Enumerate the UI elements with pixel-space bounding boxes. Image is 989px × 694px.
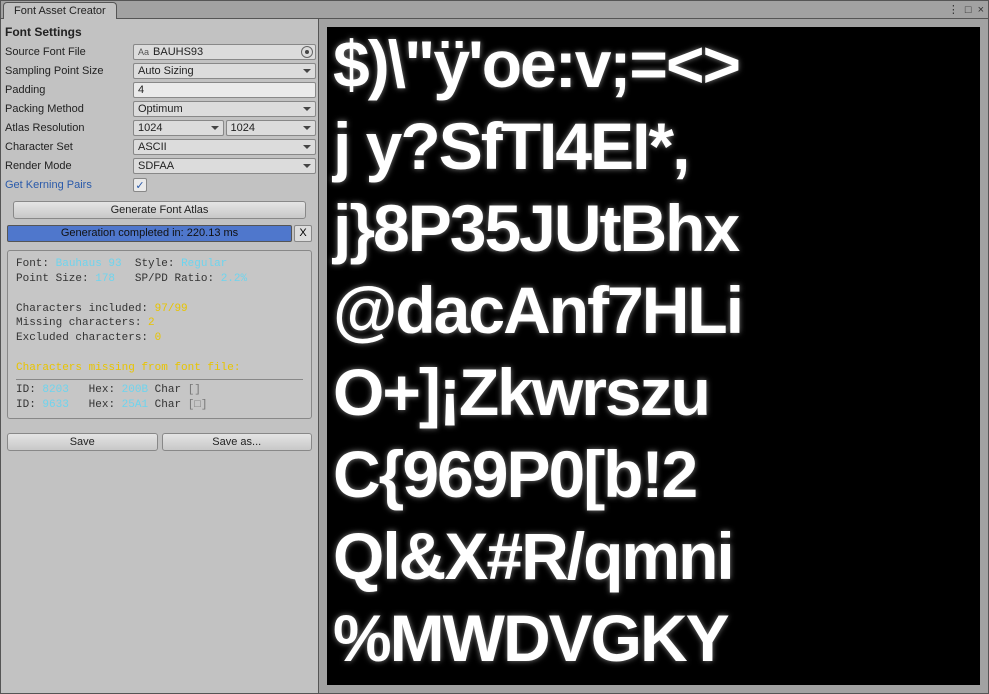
atlas-glyph-row: j}8P35JUtBhx — [333, 195, 974, 261]
generation-report: Font: Bauhaus 93 Style: Regular Point Si… — [7, 250, 312, 419]
tab-font-asset-creator[interactable]: Font Asset Creator — [3, 2, 117, 19]
atlas-res-label: Atlas Resolution — [3, 122, 133, 134]
render-mode-dropdown[interactable]: SDFAA — [133, 158, 316, 174]
generate-button[interactable]: Generate Font Atlas — [13, 201, 306, 219]
charset-dropdown[interactable]: ASCII — [133, 139, 316, 155]
atlas-glyph-row: @dacAnf7HLi — [333, 277, 974, 343]
font-icon: Aa — [138, 47, 149, 57]
tab-bar: Font Asset Creator ⋮ □ × — [1, 1, 988, 19]
kerning-checkbox[interactable]: ✓ — [133, 178, 147, 192]
atlas-glyph-row: Ql&X#R/qmni — [333, 523, 974, 589]
cancel-button[interactable]: X — [294, 225, 312, 242]
packing-dropdown[interactable]: Optimum — [133, 101, 316, 117]
font-atlas-preview: $)\"ÿ'oe:v;=<> j y?SfTI4EI*, j}8P35JUtBhx @… — [327, 27, 980, 685]
padding-label: Padding — [3, 84, 133, 96]
atlas-glyph-row: $)\"ÿ'oe:v;=<> — [333, 31, 974, 97]
source-font-value: BAUHS93 — [153, 46, 203, 58]
window-close-icon[interactable]: × — [978, 4, 984, 16]
packing-label: Packing Method — [3, 103, 133, 115]
padding-input[interactable]: 4 — [133, 82, 316, 98]
source-font-field[interactable]: Aa BAUHS93 — [133, 44, 316, 60]
font-settings-header: Font Settings — [3, 21, 316, 43]
atlas-width-dropdown[interactable]: 1024 — [133, 120, 224, 136]
charset-label: Character Set — [3, 141, 133, 153]
save-button[interactable]: Save — [7, 433, 158, 451]
atlas-glyph-row: %MWDVGKY — [333, 605, 974, 671]
atlas-glyph-row: C{969P0[b!2 — [333, 441, 974, 507]
atlas-glyph-row: j y?SfTI4EI*, — [333, 113, 974, 179]
save-as-button[interactable]: Save as... — [162, 433, 313, 451]
render-mode-label: Render Mode — [3, 160, 133, 172]
sampling-dropdown[interactable]: Auto Sizing — [133, 63, 316, 79]
preview-panel: $)\"ÿ'oe:v;=<> j y?SfTI4EI*, j}8P35JUtBhx @… — [319, 19, 988, 693]
settings-panel: Font Settings Source Font File Aa BAUHS9… — [1, 19, 319, 693]
sampling-label: Sampling Point Size — [3, 65, 133, 77]
atlas-glyph-row: O+]¡Zkwrszu — [333, 359, 974, 425]
progress-bar: Generation completed in: 220.13 ms — [7, 225, 292, 242]
source-font-label: Source Font File — [3, 46, 133, 58]
window-menu-icon[interactable]: ⋮ — [948, 3, 959, 16]
kerning-label: Get Kerning Pairs — [3, 179, 133, 191]
window-maximize-icon[interactable]: □ — [965, 4, 972, 16]
atlas-height-dropdown[interactable]: 1024 — [226, 120, 317, 136]
object-picker-icon[interactable] — [301, 46, 313, 58]
